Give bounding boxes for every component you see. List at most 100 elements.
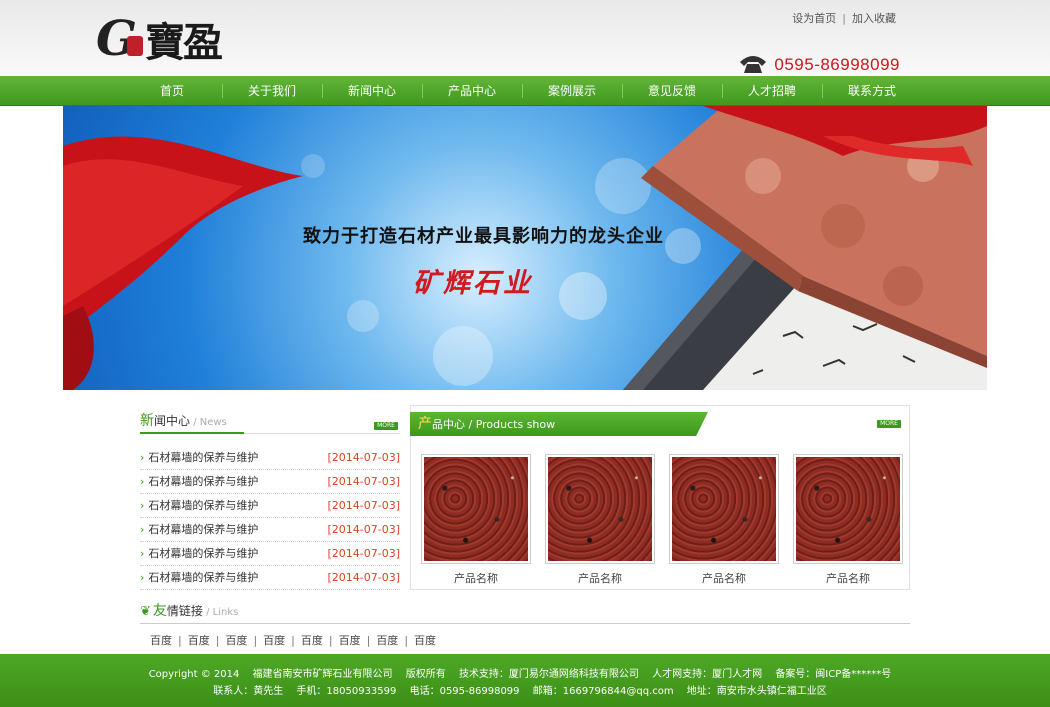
- nav-item-about[interactable]: 关于我们: [222, 76, 322, 106]
- news-item-date: [2014-07-03]: [327, 499, 400, 512]
- news-item[interactable]: › 石材幕墙的保养与维护 [2014-07-03]: [140, 446, 400, 470]
- phone-contact: 0595-86998099: [738, 52, 900, 77]
- leaf-icon: ❦: [140, 604, 151, 619]
- product-card[interactable]: 产品名称: [545, 454, 655, 586]
- nav-item-products[interactable]: 产品中心: [422, 76, 522, 106]
- links-panel: ❦ 友情链接 / Links 百度 | 百度 | 百度 | 百度 | 百度 | 百度 | 百度 | 百度: [140, 600, 910, 648]
- product-name[interactable]: 产品名称: [421, 570, 531, 586]
- product-list: 产品名称 产品名称 产品名称 产品名称: [421, 454, 917, 586]
- granite-texture: [672, 457, 776, 561]
- granite-texture: [548, 457, 652, 561]
- news-heading: 新闻中心 / News MORE: [140, 410, 400, 434]
- link-separator: |: [215, 634, 220, 647]
- product-image[interactable]: [421, 454, 531, 564]
- products-heading: 产品中心 / Products show: [410, 412, 708, 436]
- link-list: 百度 | 百度 | 百度 | 百度 | 百度 | 百度 | 百度 | 百度: [140, 632, 910, 648]
- banner-brand: 矿辉石业: [413, 268, 533, 299]
- set-homepage-link[interactable]: 设为首页: [792, 12, 836, 25]
- product-card[interactable]: 产品名称: [669, 454, 779, 586]
- product-name[interactable]: 产品名称: [793, 570, 903, 586]
- logo-seal-icon: [127, 36, 143, 56]
- news-more-button[interactable]: MORE: [374, 422, 398, 430]
- news-item[interactable]: › 石材幕墙的保养与维护 [2014-07-03]: [140, 494, 400, 518]
- news-item[interactable]: › 石材幕墙的保养与维护 [2014-07-03]: [140, 470, 400, 494]
- link-separator: |: [366, 634, 371, 647]
- product-card[interactable]: 产品名称: [793, 454, 903, 586]
- news-title-rest: 闻中心: [154, 414, 191, 428]
- news-item-title[interactable]: 石材幕墙的保养与维护: [148, 451, 258, 464]
- granite-texture: [796, 457, 900, 561]
- friend-link[interactable]: 百度: [150, 634, 172, 647]
- news-item-date: [2014-07-03]: [327, 451, 400, 464]
- footer-company: 福建省南安市矿辉石业有限公司: [252, 669, 393, 680]
- friend-link[interactable]: 百度: [301, 634, 323, 647]
- links-title-rest: 情链接: [166, 604, 203, 618]
- news-item[interactable]: › 石材幕墙的保养与维护 [2014-07-03]: [140, 566, 400, 590]
- arrow-icon: ›: [140, 499, 145, 512]
- nav-item-contact[interactable]: 联系方式: [822, 76, 922, 106]
- logo-text: 寶盈: [145, 19, 223, 66]
- banner-title: 致力于打造石材产业最具影响力的龙头企业: [303, 226, 664, 247]
- footer-rights: 版权所有: [405, 669, 446, 680]
- friend-link[interactable]: 百度: [263, 634, 285, 647]
- news-item-title[interactable]: 石材幕墙的保养与维护: [148, 547, 258, 560]
- products-more-button[interactable]: MORE: [877, 420, 901, 428]
- products-title-rest: 品中心: [432, 418, 465, 431]
- links-title-first: 友: [152, 603, 167, 619]
- product-image[interactable]: [545, 454, 655, 564]
- site-logo[interactable]: G 寶盈: [96, 10, 223, 68]
- products-panel: 产品中心 / Products show MORE 产品名称 产品名称 产品名称…: [410, 405, 910, 590]
- links-heading: ❦ 友情链接 / Links: [140, 600, 910, 624]
- nav-item-home[interactable]: 首页: [122, 76, 222, 106]
- product-name[interactable]: 产品名称: [545, 570, 655, 586]
- footer-contact-person: 联系人：黄先生: [213, 686, 284, 697]
- nav-item-jobs[interactable]: 人才招聘: [722, 76, 822, 106]
- nav-item-cases[interactable]: 案例展示: [522, 76, 622, 106]
- footer-tech-support[interactable]: 技术支持：厦门易尔通网络科技有限公司: [459, 669, 639, 680]
- news-item-title[interactable]: 石材幕墙的保养与维护: [148, 499, 258, 512]
- news-list: › 石材幕墙的保养与维护 [2014-07-03] › 石材幕墙的保养与维护 [2014…: [140, 446, 400, 590]
- add-favorite-link[interactable]: 加入收藏: [852, 12, 896, 25]
- links-title-en: / Links: [202, 607, 239, 618]
- product-name[interactable]: 产品名称: [669, 570, 779, 586]
- phone-number: 0595-86998099: [774, 54, 900, 74]
- news-item-date: [2014-07-03]: [327, 523, 400, 536]
- top-links: 设为首页 | 加入收藏: [792, 10, 896, 26]
- link-separator: |: [291, 634, 295, 647]
- news-item-date: [2014-07-03]: [327, 571, 400, 584]
- product-card[interactable]: 产品名称: [421, 454, 531, 586]
- footer-line-1: Copyright © 2014 福建省南安市矿辉石业有限公司 版权所有 技术支…: [0, 666, 1050, 683]
- news-item[interactable]: › 石材幕墙的保养与维护 [2014-07-03]: [140, 542, 400, 566]
- arrow-icon: ›: [140, 571, 145, 584]
- news-item[interactable]: › 石材幕墙的保养与维护 [2014-07-03]: [140, 518, 400, 542]
- news-panel: 新闻中心 / News MORE › 石材幕墙的保养与维护 [2014-07-03]…: [140, 410, 400, 590]
- banner-artwork: [63, 106, 987, 390]
- footer-line-2: 联系人：黄先生 手机：18050933599 电话：0595-86998099 …: [0, 683, 1050, 700]
- arrow-icon: ›: [140, 523, 145, 536]
- hero-banner: 致力于打造石材产业最具影响力的龙头企业 矿辉石业: [63, 106, 987, 390]
- granite-texture: [424, 457, 528, 561]
- footer-talent-support[interactable]: 人才网支持：厦门人才网: [652, 669, 762, 680]
- news-item-title[interactable]: 石材幕墙的保养与维护: [148, 475, 258, 488]
- footer-address: 地址：南安市水头镇仁福工业区: [686, 686, 827, 697]
- link-separator: |: [253, 634, 258, 647]
- phone-icon: [738, 52, 768, 77]
- nav-item-feedback[interactable]: 意见反馈: [622, 76, 722, 106]
- product-image[interactable]: [669, 454, 779, 564]
- friend-link[interactable]: 百度: [188, 634, 210, 647]
- product-image[interactable]: [793, 454, 903, 564]
- news-title-first: 新: [140, 413, 154, 429]
- friend-link[interactable]: 百度: [414, 634, 436, 647]
- friend-link[interactable]: 百度: [225, 634, 247, 647]
- friend-link[interactable]: 百度: [339, 634, 361, 647]
- news-title-en: / News: [190, 417, 227, 428]
- news-item-title[interactable]: 石材幕墙的保养与维护: [148, 571, 258, 584]
- friend-link[interactable]: 百度: [376, 634, 398, 647]
- nav-item-news[interactable]: 新闻中心: [322, 76, 422, 106]
- link-separator: |: [328, 634, 333, 647]
- footer-icp: 备案号：闽ICP备******号: [775, 669, 892, 680]
- news-item-title[interactable]: 石材幕墙的保养与维护: [148, 523, 258, 536]
- link-separator: |: [178, 634, 182, 647]
- products-title-en: / Products show: [465, 418, 556, 431]
- main-nav: 首页 关于我们 新闻中心 产品中心 案例展示 意见反馈 人才招聘 联系方式: [0, 76, 1050, 106]
